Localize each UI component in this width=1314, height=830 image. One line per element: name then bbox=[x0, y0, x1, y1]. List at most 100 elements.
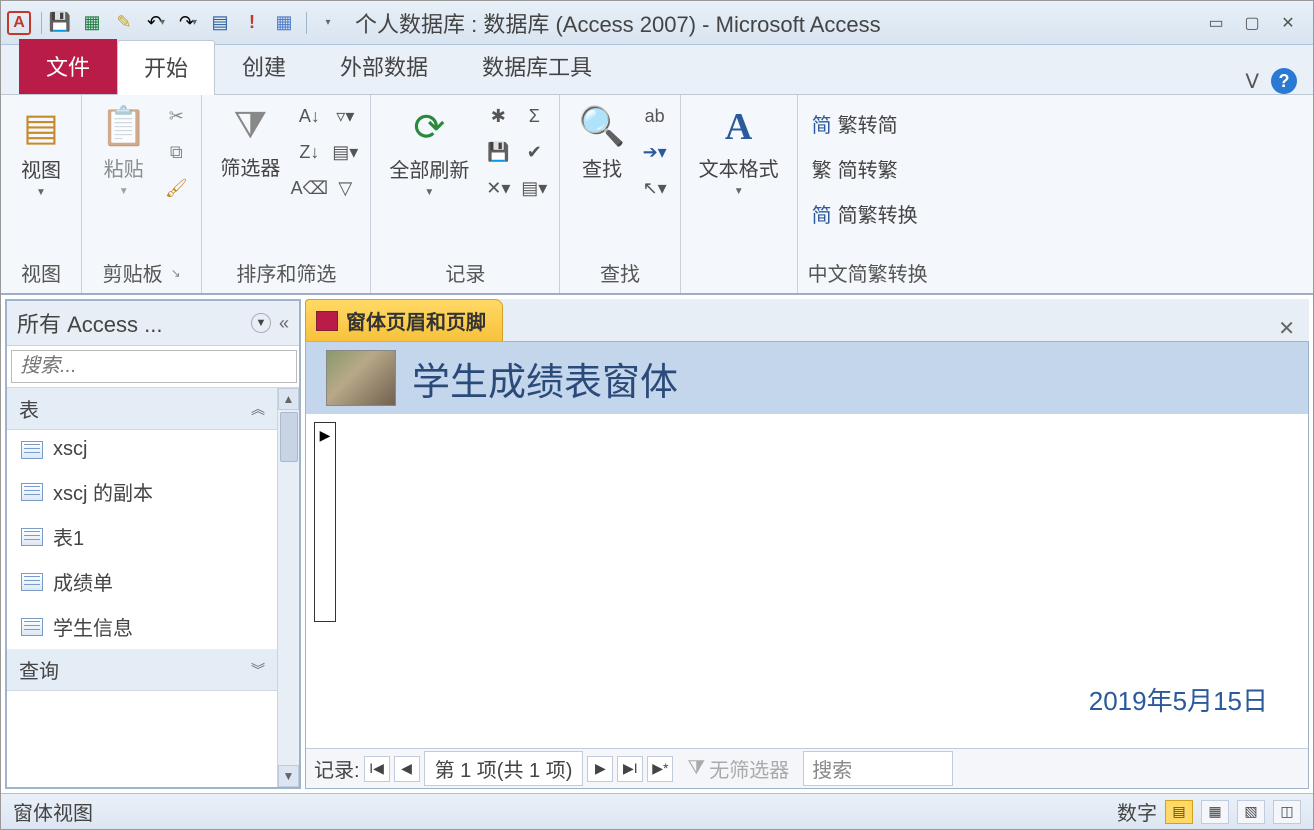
goto-icon[interactable]: ➔▾ bbox=[640, 137, 670, 167]
nav-scrollbar[interactable]: ▲ ▼ bbox=[277, 388, 299, 787]
doc-tab-title: 窗体页眉和页脚 bbox=[346, 306, 486, 335]
refresh-all-button[interactable]: ⟳ 全部刷新 ▼ bbox=[381, 101, 477, 202]
advanced-filter-icon[interactable]: ▤▾ bbox=[330, 137, 360, 167]
table-icon bbox=[21, 573, 43, 591]
record-navigator: 记录: I◀ ◀ 第 1 项(共 1 项) ▶ ▶I ▶* ⧩无筛选器 搜索 bbox=[306, 748, 1308, 788]
totals-icon[interactable]: Σ bbox=[519, 101, 549, 131]
ribbon: ▤ 视图 ▼ 视图 📋 粘贴 ▼ ✂ ⧉ 🖌 剪贴板↘ ⧩ 筛选器 bbox=[1, 95, 1313, 295]
nav-item-xscj[interactable]: xscj bbox=[7, 430, 277, 469]
nav-item-xscj-copy[interactable]: xscj 的副本 bbox=[7, 469, 277, 514]
redo-icon[interactable]: ↷▾ bbox=[174, 9, 202, 37]
draw-icon[interactable]: ✎ bbox=[110, 9, 138, 37]
next-record-icon[interactable]: ▶ bbox=[587, 756, 613, 782]
scroll-down-icon[interactable]: ▼ bbox=[278, 765, 299, 787]
scroll-thumb[interactable] bbox=[280, 412, 298, 462]
text-format-button[interactable]: A 文本格式 ▼ bbox=[691, 101, 787, 201]
save-record-icon[interactable]: 💾 bbox=[483, 137, 513, 167]
status-view-label: 窗体视图 bbox=[13, 797, 93, 826]
scroll-up-icon[interactable]: ▲ bbox=[278, 388, 299, 410]
new-record-nav-icon[interactable]: ▶* bbox=[647, 756, 673, 782]
nav-collapse-icon[interactable]: « bbox=[279, 313, 289, 334]
spelling-icon[interactable]: ✔ bbox=[519, 137, 549, 167]
format-painter-icon[interactable]: 🖌 bbox=[161, 173, 191, 203]
nav-group-queries[interactable]: 查询 ︾ bbox=[7, 649, 277, 691]
view-button[interactable]: ▤ 视图 ▼ bbox=[11, 101, 71, 202]
record-position[interactable]: 第 1 项(共 1 项) bbox=[424, 751, 584, 786]
clear-sort-icon[interactable]: A⌫ bbox=[294, 173, 324, 203]
save-icon[interactable]: 💾 bbox=[46, 9, 74, 37]
more-records-icon[interactable]: ▤▾ bbox=[519, 173, 549, 203]
ribbon-collapse-icon[interactable]: ᐯ bbox=[1245, 69, 1259, 94]
simp-to-trad-button[interactable]: 繁简转繁 bbox=[808, 152, 922, 185]
undo-icon[interactable]: ↶▾ bbox=[142, 9, 170, 37]
record-search-box[interactable]: 搜索 bbox=[803, 751, 953, 786]
datasheet-view-icon[interactable]: ▦ bbox=[1201, 800, 1229, 824]
document-tab[interactable]: 窗体页眉和页脚 bbox=[305, 299, 503, 341]
form-title: 学生成绩表窗体 bbox=[412, 351, 678, 406]
chevron-up-icon: ︽ bbox=[251, 399, 265, 419]
filter-button[interactable]: ⧩ 筛选器 bbox=[212, 101, 288, 185]
nav-group-tables-label: 表 bbox=[19, 394, 251, 423]
delete-record-icon[interactable]: ✕▾ bbox=[483, 173, 513, 203]
ribbon-group-find: 🔍 查找 ab ➔▾ ↖▾ 查找 bbox=[560, 95, 680, 293]
document-close-icon[interactable]: ✕ bbox=[1264, 316, 1309, 341]
find-button[interactable]: 🔍 查找 bbox=[570, 101, 633, 186]
tab-file[interactable]: 文件 bbox=[19, 39, 117, 94]
record-selector[interactable] bbox=[314, 422, 336, 622]
nav-item-label: 表1 bbox=[53, 522, 84, 551]
select-icon[interactable]: ↖▾ bbox=[640, 173, 670, 203]
form-tab-icon bbox=[316, 311, 338, 331]
funnel-icon: ⧩ bbox=[233, 105, 267, 148]
toggle-filter-icon[interactable]: ▽ bbox=[330, 173, 360, 203]
form-icon[interactable]: ▤ bbox=[206, 9, 234, 37]
main-area: 所有 Access ... ▼ « 🔍 表 ︽ xscj xscj 的副本 表1… bbox=[1, 295, 1313, 793]
export-excel-icon[interactable]: ▦ bbox=[78, 9, 106, 37]
sort-asc-icon[interactable]: A↓ bbox=[294, 101, 324, 131]
exclaim-icon[interactable]: ! bbox=[238, 9, 266, 37]
ribbon-group-view: ▤ 视图 ▼ 视图 bbox=[1, 95, 82, 293]
design-view-icon[interactable]: ◫ bbox=[1273, 800, 1301, 824]
ribbon-group-text-format: A 文本格式 ▼ bbox=[681, 95, 798, 293]
tab-external-data[interactable]: 外部数据 bbox=[313, 39, 455, 94]
prev-record-icon[interactable]: ◀ bbox=[394, 756, 420, 782]
group-label-chinese: 中文简繁转换 bbox=[808, 254, 928, 291]
copy-icon[interactable]: ⧉ bbox=[161, 137, 191, 167]
close-button[interactable]: ✕ bbox=[1275, 13, 1301, 33]
ribbon-group-clipboard: 📋 粘贴 ▼ ✂ ⧉ 🖌 剪贴板↘ bbox=[82, 95, 202, 293]
table-icon bbox=[21, 528, 43, 546]
nav-group-tables[interactable]: 表 ︽ bbox=[7, 388, 277, 430]
minimize-button[interactable]: ▭ bbox=[1203, 13, 1229, 33]
paste-label: 粘贴 bbox=[104, 153, 144, 182]
paste-icon: 📋 bbox=[100, 105, 147, 149]
tab-database-tools[interactable]: 数据库工具 bbox=[455, 39, 619, 94]
sort-desc-icon[interactable]: Z↓ bbox=[294, 137, 324, 167]
refresh-label: 全部刷新 bbox=[389, 154, 469, 183]
maximize-button[interactable]: ▢ bbox=[1239, 13, 1265, 33]
group-label-clipboard: 剪贴板↘ bbox=[92, 254, 191, 291]
replace-icon[interactable]: ab bbox=[640, 101, 670, 131]
nav-dropdown-icon[interactable]: ▼ bbox=[251, 313, 271, 333]
datasheet-icon[interactable]: ▦ bbox=[270, 9, 298, 37]
chinese-convert-button[interactable]: 简简繁转换 bbox=[808, 197, 922, 230]
nav-pane-header[interactable]: 所有 Access ... ▼ « bbox=[7, 301, 299, 346]
trad-to-simp-button[interactable]: 简繁转简 bbox=[808, 107, 922, 140]
layout-view-icon[interactable]: ▧ bbox=[1237, 800, 1265, 824]
nav-search-input[interactable] bbox=[11, 350, 297, 383]
first-record-icon[interactable]: I◀ bbox=[364, 756, 390, 782]
nav-item-table1[interactable]: 表1 bbox=[7, 514, 277, 559]
nav-item-transcript[interactable]: 成绩单 bbox=[7, 559, 277, 604]
cut-icon[interactable]: ✂ bbox=[161, 101, 191, 131]
qat-customize-icon[interactable]: ▾ bbox=[315, 9, 343, 37]
clipboard-launcher-icon[interactable]: ↘ bbox=[171, 266, 181, 280]
form-view-icon[interactable]: ▤ bbox=[1165, 800, 1193, 824]
selection-filter-icon[interactable]: ▿▾ bbox=[330, 101, 360, 131]
ribbon-group-sort-filter: ⧩ 筛选器 A↓ Z↓ A⌫ ▿▾ ▤▾ ▽ 排序和筛选 bbox=[202, 95, 371, 293]
form-surface[interactable]: 2019年5月15日 bbox=[306, 414, 1308, 748]
last-record-icon[interactable]: ▶I bbox=[617, 756, 643, 782]
nav-item-student-info[interactable]: 学生信息 bbox=[7, 604, 277, 649]
tab-create[interactable]: 创建 bbox=[215, 39, 313, 94]
paste-button[interactable]: 📋 粘贴 ▼ bbox=[92, 101, 155, 201]
help-icon[interactable]: ? bbox=[1271, 68, 1297, 94]
tab-home[interactable]: 开始 bbox=[117, 40, 215, 95]
new-record-icon[interactable]: ✱ bbox=[483, 101, 513, 131]
